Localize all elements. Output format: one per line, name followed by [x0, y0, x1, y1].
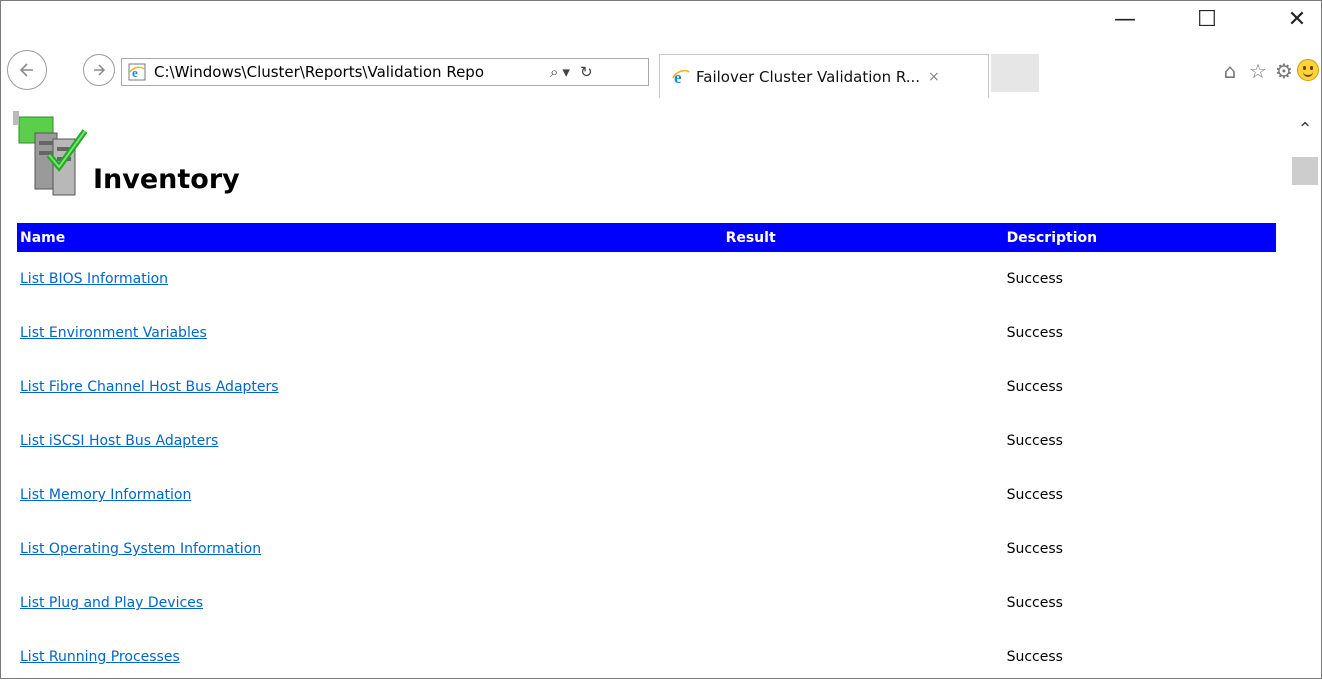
forward-arrow-icon — [94, 64, 106, 76]
row-link[interactable]: List Plug and Play Devices — [20, 595, 203, 611]
search-icon[interactable]: ⌕ — [550, 63, 558, 81]
row-link[interactable]: List Environment Variables — [20, 325, 207, 341]
row-result-cell — [723, 630, 1004, 684]
row-description-cell: Success — [1006, 325, 1063, 341]
back-button[interactable] — [7, 50, 47, 90]
scroll-thumb[interactable] — [1292, 157, 1318, 185]
scroll-up-arrow-icon[interactable]: ⌃ — [1292, 119, 1318, 140]
row-result-cell — [723, 414, 1004, 468]
new-tab-button[interactable] — [991, 54, 1039, 92]
forward-button[interactable] — [83, 54, 115, 86]
favorites-icon[interactable]: ☆ — [1245, 59, 1271, 83]
back-arrow-icon — [19, 63, 33, 77]
row-description-cell: Success — [1006, 595, 1063, 611]
row-name-cell: List iSCSI Host Bus Adapters — [17, 414, 723, 468]
row-name-cell: List Operating System Information — [17, 522, 723, 576]
maximize-button[interactable]: ☐ — [1187, 7, 1227, 32]
row-name-cell: List Plug and Play Devices — [17, 576, 723, 630]
table-row: List Operating System Information Succes… — [17, 522, 1276, 576]
close-button[interactable]: ✕ — [1277, 7, 1317, 32]
row-description-cell: Success — [1006, 487, 1063, 503]
table-row: List Plug and Play Devices Success — [17, 576, 1276, 630]
row-description-cell: Success — [1006, 433, 1063, 449]
vertical-scrollbar[interactable] — [1289, 101, 1321, 678]
table-header-row: Name Result Description — [17, 223, 1276, 252]
row-result-cell — [723, 360, 1004, 414]
address-bar[interactable]: e C:\Windows\Cluster\Reports\Validation … — [121, 58, 649, 86]
row-link[interactable]: List Memory Information — [20, 487, 191, 503]
row-description-cell: Success — [1006, 379, 1063, 395]
table-row: List BIOS Information Success — [17, 252, 1276, 306]
row-link[interactable]: List Running Processes — [20, 649, 180, 665]
row-link[interactable]: List Operating System Information — [20, 541, 261, 557]
table-row: List Running Processes Success — [17, 630, 1276, 684]
home-icon[interactable]: ⌂ — [1217, 59, 1243, 83]
feedback-smiley-icon[interactable] — [1297, 59, 1319, 81]
refresh-icon[interactable]: ↻ — [580, 63, 593, 81]
table-row: List Memory Information Success — [17, 468, 1276, 522]
tab-close-icon[interactable]: × — [928, 69, 940, 85]
inventory-table: Name Result Description List BIOS Inform… — [17, 223, 1276, 684]
dropdown-icon[interactable]: ▾ — [562, 63, 570, 81]
tab-title: Failover Cluster Validation R... — [696, 67, 921, 86]
row-name-cell: List Running Processes — [17, 630, 723, 684]
column-header-description: Description — [1006, 229, 1098, 246]
ie-page-icon: e — [128, 63, 146, 81]
row-description-cell: Success — [1006, 541, 1063, 557]
row-name-cell: List BIOS Information — [17, 252, 723, 306]
row-description-cell: Success — [1006, 271, 1063, 287]
browser-chrome: — ☐ ✕ e C:\Windows\Cluster\Reports\Valid… — [1, 1, 1321, 101]
row-result-cell — [723, 252, 1004, 306]
column-header-result: Result — [725, 229, 776, 246]
row-result-cell — [723, 576, 1004, 630]
row-description-cell: Success — [1006, 649, 1063, 665]
minimize-button[interactable]: — — [1105, 7, 1145, 32]
cluster-server-icon — [13, 111, 88, 196]
address-url[interactable]: C:\Windows\Cluster\Reports\Validation Re… — [154, 63, 546, 81]
settings-icon[interactable]: ⚙ — [1271, 59, 1297, 83]
row-result-cell — [723, 522, 1004, 576]
table-row: List Fibre Channel Host Bus Adapters Suc… — [17, 360, 1276, 414]
column-header-name: Name — [20, 229, 66, 246]
ie-logo-icon: e — [672, 68, 690, 86]
row-result-cell — [723, 306, 1004, 360]
row-link[interactable]: List iSCSI Host Bus Adapters — [20, 433, 218, 449]
table-row: List iSCSI Host Bus Adapters Success — [17, 414, 1276, 468]
row-name-cell: List Fibre Channel Host Bus Adapters — [17, 360, 723, 414]
row-link[interactable]: List BIOS Information — [20, 271, 168, 287]
page-title: Inventory — [93, 164, 240, 195]
row-name-cell: List Environment Variables — [17, 306, 723, 360]
row-name-cell: List Memory Information — [17, 468, 723, 522]
row-result-cell — [723, 468, 1004, 522]
row-link[interactable]: List Fibre Channel Host Bus Adapters — [20, 379, 279, 395]
tab-validation-report[interactable]: e Failover Cluster Validation R... × — [659, 54, 989, 98]
table-row: List Environment Variables Success — [17, 306, 1276, 360]
